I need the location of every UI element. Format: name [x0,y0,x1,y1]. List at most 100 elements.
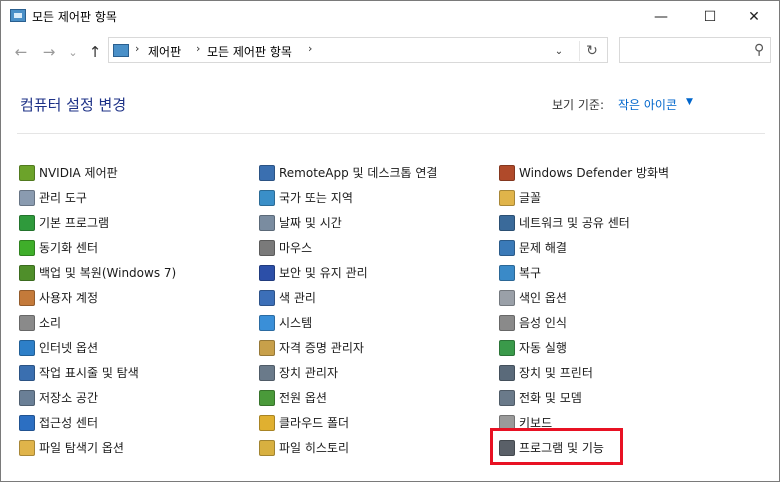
control-panel-item[interactable]: 인터넷 옵션 [19,335,176,360]
control-panel-item-label: 복구 [519,266,542,280]
speech-recognition-icon [499,314,515,331]
control-panel-item-label: 날짜 및 시간 [279,216,342,230]
backup-icon [19,264,35,281]
control-panel-item[interactable]: 글꼴 [499,185,669,210]
sync-center-icon [19,239,35,256]
control-panel-item-label: 파일 히스토리 [279,441,350,455]
control-panel-item[interactable]: 동기화 센터 [19,235,176,260]
back-arrow-icon[interactable]: ← [11,42,31,62]
control-panel-item[interactable]: 색 관리 [259,285,437,310]
control-panel-item[interactable]: 시스템 [259,310,437,335]
control-panel-item[interactable]: 전원 옵션 [259,385,437,410]
recent-locations-icon[interactable]: ⌄ [63,42,83,62]
highlight-box [490,428,623,465]
sound-icon [19,314,35,331]
address-bar[interactable]: › 제어판 › 모든 제어판 항목 › ⌄ ↻ [108,37,608,63]
address-row: ← → ⌄ ↑ › 제어판 › 모든 제어판 항목 › ⌄ ↻ ⚲ [1,34,779,70]
control-panel-item-label: NVIDIA 제어판 [39,166,118,180]
caret-down-icon[interactable]: ▼ [686,97,693,107]
search-input[interactable]: ⚲ [619,37,771,63]
troubleshooting-icon [499,239,515,256]
control-panel-item[interactable]: 작업 표시줄 및 탐색 [19,360,176,385]
control-panel-item[interactable]: 기본 프로그램 [19,210,176,235]
control-panel-item[interactable]: RemoteApp 및 데스크톱 연결 [259,160,437,185]
recovery-icon [499,264,515,281]
file-history-icon [259,439,275,456]
control-panel-item[interactable]: 파일 탐색기 옵션 [19,435,176,460]
control-panel-item[interactable]: 저장소 공간 [19,385,176,410]
taskbar-icon [19,364,35,381]
control-panel-item[interactable]: 문제 해결 [499,235,669,260]
control-panel-item[interactable]: 네트워크 및 공유 센터 [499,210,669,235]
forward-arrow-icon[interactable]: → [39,42,59,62]
breadcrumb-control-panel[interactable]: 제어판 [148,43,181,60]
control-panel-item-label: 작업 표시줄 및 탐색 [39,366,139,380]
control-panel-item-label: 색 관리 [279,291,316,305]
breadcrumb-separator[interactable]: › [196,42,200,55]
control-panel-item[interactable]: 파일 히스토리 [259,435,437,460]
view-by-dropdown[interactable]: 작은 아이콘 [618,96,677,113]
control-panel-item-label: 마우스 [279,241,313,255]
minimize-button[interactable]: — [638,1,684,32]
control-panel-item-label: 사용자 계정 [39,291,99,305]
control-panel-item-label: 장치 관리자 [279,366,339,380]
chevron-down-icon[interactable]: ⌄ [549,42,569,60]
control-panel-item[interactable]: 국가 또는 지역 [259,185,437,210]
control-panel-item-label: 장치 및 프린터 [519,366,593,380]
control-panel-item-label: 저장소 공간 [39,391,99,405]
control-panel-item-label: 전화 및 모뎀 [519,391,582,405]
control-panel-item-label: 문제 해결 [519,241,567,255]
search-icon[interactable]: ⚲ [754,42,764,58]
control-panel-item[interactable]: 백업 및 복원(Windows 7) [19,260,176,285]
control-panel-item-label: 백업 및 복원(Windows 7) [39,266,177,280]
control-panel-item-label: 시스템 [279,316,313,330]
control-panel-item[interactable]: NVIDIA 제어판 [19,160,176,185]
credential-manager-icon [259,339,275,356]
control-panel-item[interactable]: 사용자 계정 [19,285,176,310]
breadcrumb-separator[interactable]: › [135,42,139,55]
control-panel-item[interactable]: 관리 도구 [19,185,176,210]
devices-printers-icon [499,364,515,381]
control-panel-item[interactable]: 소리 [19,310,176,335]
firewall-icon [499,164,515,181]
control-panel-item[interactable]: 전화 및 모뎀 [499,385,669,410]
title-bar[interactable]: 모든 제어판 항목 — ☐ ✕ [1,1,779,32]
control-panel-item[interactable]: Windows Defender 방화벽 [499,160,669,185]
ease-of-access-icon [19,414,35,431]
up-arrow-icon[interactable]: ↑ [85,42,105,62]
control-panel-item[interactable]: 음성 인식 [499,310,669,335]
phone-modem-icon [499,389,515,406]
control-panel-item-label: 자격 증명 관리자 [279,341,364,355]
control-panel-item[interactable]: 클라우드 폴더 [259,410,437,435]
close-button[interactable]: ✕ [731,1,777,32]
control-panel-item-label: 네트워크 및 공유 센터 [519,216,630,230]
maximize-button[interactable]: ☐ [687,1,733,32]
control-panel-item-label: 관리 도구 [39,191,87,205]
control-panel-item-label: 글꼴 [519,191,542,205]
items-column-3: Windows Defender 방화벽글꼴네트워크 및 공유 센터문제 해결복… [499,160,669,460]
breadcrumb-all-items[interactable]: 모든 제어판 항목 [207,43,292,60]
control-panel-item[interactable]: 장치 및 프린터 [499,360,669,385]
divider [17,133,765,134]
user-accounts-icon [19,289,35,306]
control-panel-item[interactable]: 접근성 센터 [19,410,176,435]
control-panel-window: 모든 제어판 항목 — ☐ ✕ ← → ⌄ ↑ › 제어판 › 모든 제어판 항… [0,0,780,482]
control-panel-item[interactable]: 자동 실행 [499,335,669,360]
control-panel-icon [113,44,129,57]
control-panel-item[interactable]: 장치 관리자 [259,360,437,385]
control-panel-item[interactable]: 날짜 및 시간 [259,210,437,235]
breadcrumb-separator[interactable]: › [308,42,312,55]
items-column-1: NVIDIA 제어판관리 도구기본 프로그램 동기화 센터백업 및 복원(Wind… [19,160,176,460]
control-panel-item-label: 소리 [39,316,62,330]
work-folders-icon [259,414,275,431]
control-panel-item[interactable]: 보안 및 유지 관리 [259,260,437,285]
control-panel-item-label: 색인 옵션 [519,291,567,305]
control-panel-item-label: 인터넷 옵션 [39,341,99,355]
admin-tools-icon [19,189,35,206]
control-panel-item[interactable]: 마우스 [259,235,437,260]
control-panel-item[interactable]: 복구 [499,260,669,285]
control-panel-item-label: RemoteApp 및 데스크톱 연결 [279,166,438,180]
control-panel-item[interactable]: 색인 옵션 [499,285,669,310]
refresh-icon[interactable]: ↻ [579,41,604,61]
control-panel-item[interactable]: 자격 증명 관리자 [259,335,437,360]
